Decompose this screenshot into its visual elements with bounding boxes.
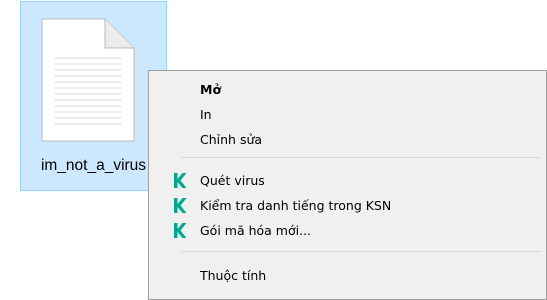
context-menu: Mở In Chỉnh sửa Quét virus Kiểm tra danh… bbox=[148, 70, 547, 300]
menu-item-new-encrypted-package[interactable]: Gói mã hóa mới... bbox=[149, 218, 546, 243]
desktop-file-item[interactable]: im_not_a_virus bbox=[20, 1, 167, 191]
menu-item-print[interactable]: In bbox=[149, 102, 546, 127]
menu-separator bbox=[181, 251, 540, 252]
menu-item-edit[interactable]: Chỉnh sửa bbox=[149, 127, 546, 152]
menu-item-scan-virus[interactable]: Quét virus bbox=[149, 168, 546, 193]
menu-item-label: Mở bbox=[200, 82, 222, 97]
menu-item-check-reputation-ksn[interactable]: Kiểm tra danh tiếng trong KSN bbox=[149, 193, 546, 218]
menu-separator bbox=[181, 157, 540, 158]
menu-item-open[interactable]: Mở bbox=[149, 77, 546, 102]
menu-item-label: Quét virus bbox=[200, 173, 265, 188]
kaspersky-k-icon bbox=[174, 173, 187, 188]
menu-item-label: In bbox=[200, 107, 212, 122]
menu-item-label: Chỉnh sửa bbox=[200, 132, 263, 147]
menu-item-label: Kiểm tra danh tiếng trong KSN bbox=[200, 198, 392, 213]
menu-item-properties[interactable]: Thuộc tính bbox=[149, 263, 546, 288]
kaspersky-k-icon bbox=[174, 223, 187, 238]
kaspersky-k-icon bbox=[174, 198, 187, 213]
menu-item-label: Thuộc tính bbox=[200, 268, 267, 283]
menu-item-label: Gói mã hóa mới... bbox=[200, 223, 312, 238]
file-name-label: im_not_a_virus bbox=[40, 157, 147, 174]
text-document-icon bbox=[41, 18, 135, 142]
